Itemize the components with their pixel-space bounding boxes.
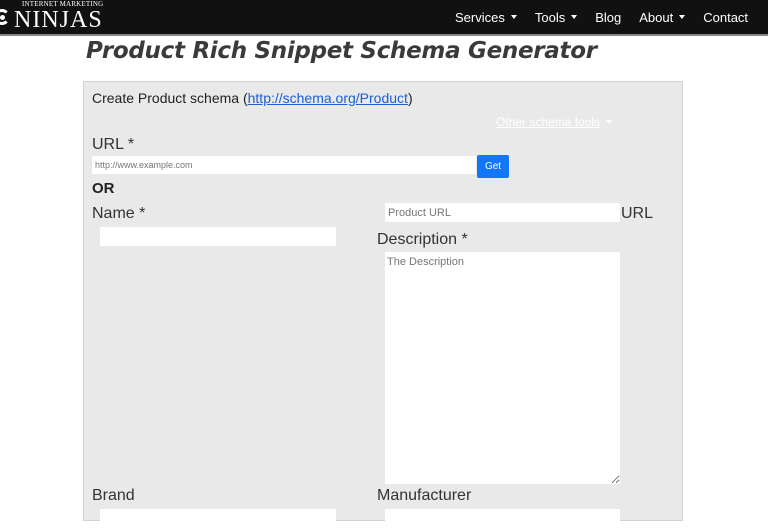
manufacturer-input[interactable] <box>385 509 620 528</box>
caret-down-icon <box>510 15 517 19</box>
caret-down-icon <box>679 15 686 19</box>
brand-input[interactable] <box>100 509 336 528</box>
site-logo[interactable]: INTERNET MARKETING NINJAS <box>0 0 110 34</box>
heading-suffix: ) <box>407 90 413 106</box>
product-url-label: URL <box>621 205 654 222</box>
nav-item-tools[interactable]: Tools <box>534 9 578 25</box>
nav-menu: Services Tools Blog About Contact <box>455 0 766 34</box>
description-label: Description * <box>377 231 468 248</box>
page-title: Product Rich Snippet Schema Generator <box>86 38 597 64</box>
nav-item-about[interactable]: About <box>639 9 686 25</box>
nav-item-services[interactable]: Services <box>455 10 517 25</box>
caret-down-icon <box>606 120 613 124</box>
name-label: Name * <box>92 205 146 222</box>
product-url-input[interactable] <box>385 203 620 222</box>
or-divider-label: OR <box>92 180 115 197</box>
manufacturer-label: Manufacturer <box>377 487 472 504</box>
url-input[interactable] <box>92 156 476 174</box>
caret-down-icon <box>571 15 578 19</box>
name-input[interactable] <box>100 227 336 246</box>
panel-heading: Create Product schema (http://schema.org… <box>92 90 413 106</box>
nav-item-blog[interactable]: Blog <box>595 10 621 25</box>
heading-prefix: Create Product schema ( <box>92 90 248 106</box>
other-tools-label: Other schema tools <box>496 115 601 129</box>
nav-item-label: Contact <box>703 9 749 25</box>
nav-item-label: About <box>639 9 674 25</box>
nav-item-label: Blog <box>595 9 622 25</box>
logo-swirl-icon <box>0 9 10 25</box>
logo-wordmark: NINJAS <box>14 7 103 33</box>
schema-form-panel: Create Product schema (http://schema.org… <box>83 81 683 528</box>
nav-item-label: Tools <box>534 9 566 25</box>
nav-item-contact[interactable]: Contact <box>703 10 748 25</box>
schema-product-link[interactable]: http://schema.org/Product <box>248 90 408 106</box>
brand-label: Brand <box>92 487 135 504</box>
nav-item-label: Services <box>455 9 505 25</box>
top-navbar: INTERNET MARKETING NINJAS Services Tools… <box>0 0 768 36</box>
url-label: URL * <box>92 136 135 153</box>
other-schema-tools-dropdown[interactable]: Other schema tools <box>496 115 613 129</box>
description-textarea[interactable] <box>385 252 620 484</box>
get-button[interactable]: Get <box>477 155 509 178</box>
